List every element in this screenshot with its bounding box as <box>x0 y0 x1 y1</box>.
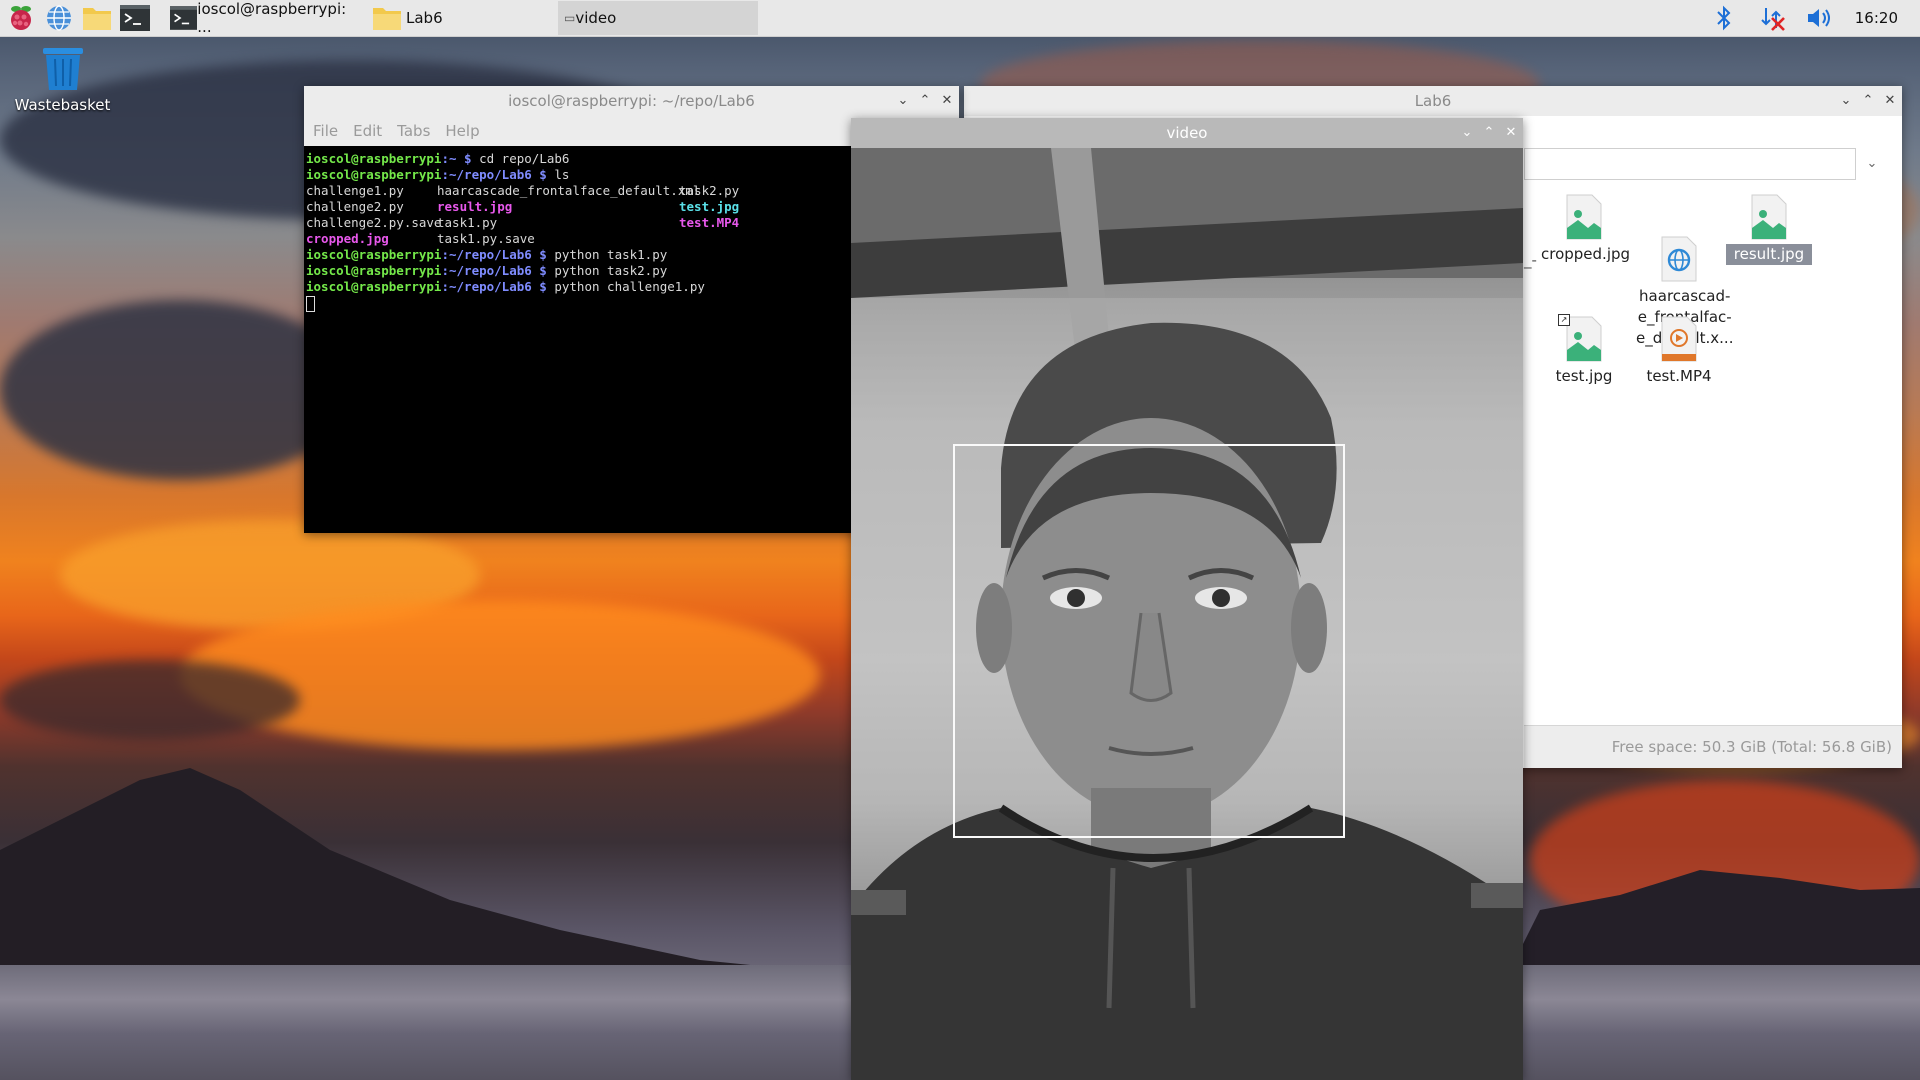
window-icon: ▭ <box>564 11 576 25</box>
task-terminal[interactable]: ioscol@raspberrypi: ... <box>164 0 356 36</box>
file-item[interactable]: ↗ test.jpg <box>1539 314 1629 387</box>
task-video[interactable]: ▭ video <box>558 1 758 35</box>
video-window: video ⌄ ⌃ ✕ <box>851 118 1523 1080</box>
image-file-icon: ↗ <box>1558 314 1602 362</box>
menu-file[interactable]: File <box>313 122 338 140</box>
file-name: cropped.jpg <box>1541 245 1631 263</box>
terminal-title: ioscol@raspberrypi: ~/repo/Lab6 <box>508 92 755 110</box>
wastebasket-desktop-item[interactable]: Wastebasket <box>10 44 115 114</box>
menu-edit[interactable]: Edit <box>353 122 382 140</box>
minimize-icon[interactable]: ⌄ <box>897 86 909 116</box>
bluetooth-icon[interactable] <box>1709 3 1739 33</box>
web-browser-icon[interactable] <box>44 3 74 33</box>
terminal-launcher-icon[interactable] <box>120 3 150 33</box>
file-manager-icon[interactable] <box>82 3 112 33</box>
maximize-icon[interactable]: ⌃ <box>1483 118 1495 148</box>
video-frame <box>851 148 1523 1080</box>
terminal-titlebar[interactable]: ioscol@raspberrypi: ~/repo/Lab6 ⌄ ⌃ ✕ <box>304 86 959 116</box>
folder-icon <box>373 8 401 30</box>
task-terminal-label: ioscol@raspberrypi: ... <box>197 0 347 36</box>
task-lab6[interactable]: Lab6 <box>366 1 558 35</box>
truncated-file-label[interactable]: _- <box>1524 251 1537 269</box>
path-bar[interactable] <box>1524 148 1856 180</box>
menu-tabs[interactable]: Tabs <box>397 122 430 140</box>
task-video-label: video <box>575 9 617 27</box>
wastebasket-label: Wastebasket <box>14 96 111 114</box>
filemgr-titlebar[interactable]: Lab6 ⌄ ⌃ ✕ <box>964 86 1902 116</box>
minimize-icon[interactable]: ⌄ <box>1840 86 1852 116</box>
raspberry-menu-icon[interactable] <box>6 3 36 33</box>
terminal-icon <box>170 6 198 30</box>
menu-help[interactable]: Help <box>445 122 479 140</box>
terminal-cursor <box>306 295 315 312</box>
status-bar: Free space: 50.3 GiB (Total: 56.8 GiB) <box>1524 725 1902 768</box>
wastebasket-icon <box>42 48 83 90</box>
video-file-icon <box>1661 316 1697 362</box>
video-titlebar[interactable]: video ⌄ ⌃ ✕ <box>851 118 1523 148</box>
clock[interactable]: 16:20 <box>1855 9 1898 27</box>
filemgr-title: Lab6 <box>1414 92 1452 110</box>
close-icon[interactable]: ✕ <box>1884 86 1896 116</box>
network-disconnected-icon[interactable] <box>1757 3 1787 33</box>
face-detection-box <box>953 444 1345 838</box>
minimize-icon[interactable]: ⌄ <box>1461 118 1473 148</box>
symlink-icon: ↗ <box>1558 314 1570 326</box>
file-item[interactable]: cropped.jpg <box>1539 194 1631 265</box>
close-icon[interactable]: ✕ <box>941 86 953 116</box>
image-file-icon <box>1751 194 1787 240</box>
maximize-icon[interactable]: ⌃ <box>919 86 931 116</box>
image-file-icon <box>1566 194 1602 240</box>
file-name: result.jpg <box>1725 244 1813 265</box>
file-name: test.jpg <box>1555 367 1613 385</box>
file-name: test.MP4 <box>1646 367 1712 385</box>
close-icon[interactable]: ✕ <box>1505 118 1517 148</box>
task-lab6-label: Lab6 <box>406 9 443 27</box>
chevron-down-icon[interactable]: ⌄ <box>1854 148 1890 180</box>
xml-file-icon <box>1661 215 1697 282</box>
video-title: video <box>1166 124 1208 142</box>
file-item[interactable]: test.MP4 <box>1634 316 1724 387</box>
volume-icon[interactable] <box>1805 3 1835 33</box>
taskbar: ioscol@raspberrypi: ... Lab6 ▭ video 16:… <box>0 0 1920 37</box>
file-item-selected[interactable]: result.jpg <box>1724 194 1814 265</box>
maximize-icon[interactable]: ⌃ <box>1862 86 1874 116</box>
